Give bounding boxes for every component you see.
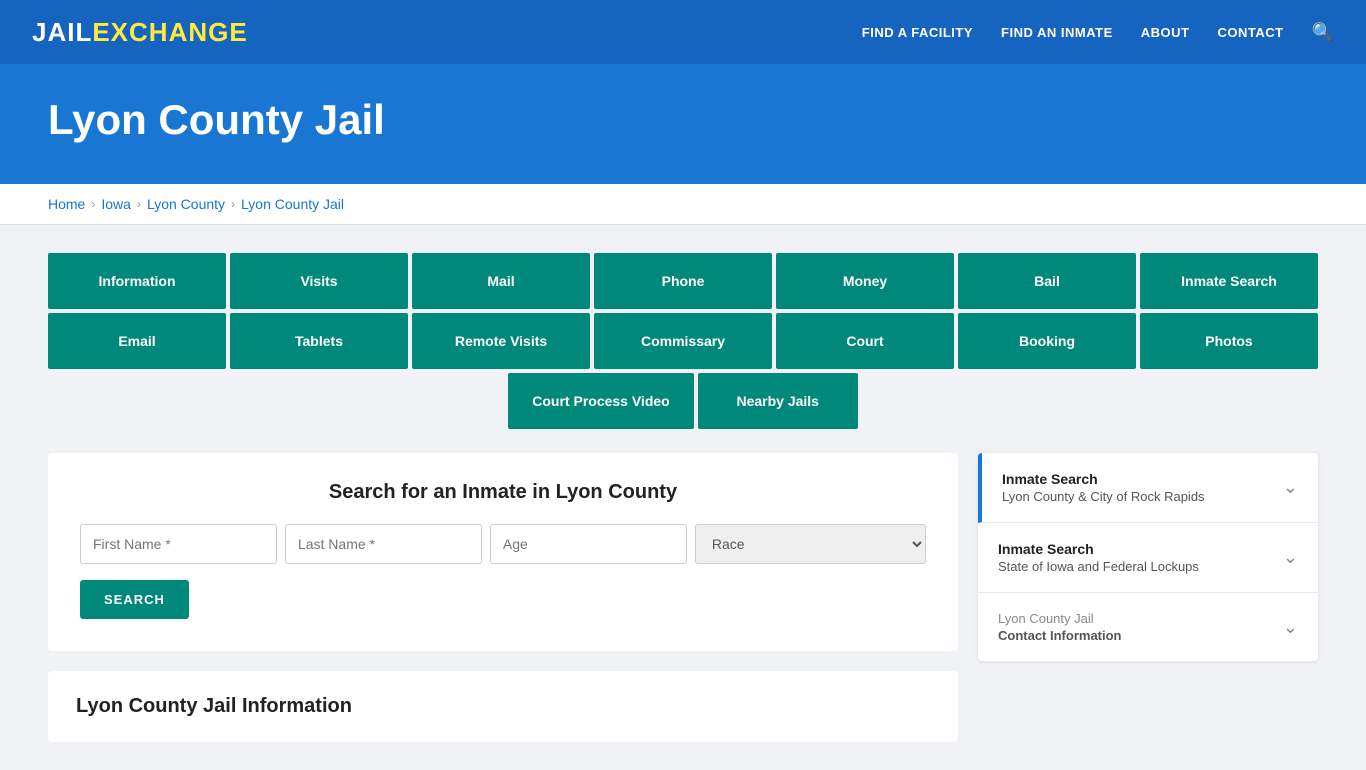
nav-find-inmate[interactable]: FIND AN INMATE bbox=[1001, 25, 1113, 40]
breadcrumb: Home › Iowa › Lyon County › Lyon County … bbox=[0, 184, 1366, 225]
btn-mail[interactable]: Mail bbox=[412, 253, 590, 309]
sidebar-item-inmate-search-lyon[interactable]: Inmate Search Lyon County & City of Rock… bbox=[978, 453, 1318, 523]
button-grid-row2: Email Tablets Remote Visits Commissary C… bbox=[48, 313, 1318, 369]
btn-photos[interactable]: Photos bbox=[1140, 313, 1318, 369]
age-input[interactable] bbox=[490, 524, 687, 564]
chevron-icon-contact: ⌄ bbox=[1283, 617, 1298, 638]
search-panel: Search for an Inmate in Lyon County Race… bbox=[48, 453, 958, 651]
btn-remote-visits[interactable]: Remote Visits bbox=[412, 313, 590, 369]
sidebar-item-inmate-search-iowa[interactable]: Inmate Search State of Iowa and Federal … bbox=[978, 523, 1318, 593]
btn-court-process-video[interactable]: Court Process Video bbox=[508, 373, 693, 429]
breadcrumb-home[interactable]: Home bbox=[48, 196, 85, 212]
sidebar-item-title-iowa: Inmate Search bbox=[998, 541, 1199, 557]
btn-money[interactable]: Money bbox=[776, 253, 954, 309]
breadcrumb-lyon-county[interactable]: Lyon County bbox=[147, 196, 225, 212]
left-column: Search for an Inmate in Lyon County Race… bbox=[48, 453, 958, 742]
main-content: Information Visits Mail Phone Money Bail… bbox=[0, 225, 1366, 770]
button-grid-row1: Information Visits Mail Phone Money Bail… bbox=[48, 253, 1318, 309]
sidebar-item-subtitle-contact: Contact Information bbox=[998, 628, 1122, 643]
nav-find-facility[interactable]: FIND A FACILITY bbox=[862, 25, 973, 40]
chevron-icon-lyon: ⌄ bbox=[1283, 477, 1298, 498]
sidebar-item-contact[interactable]: Lyon County Jail Contact Information ⌄ bbox=[978, 593, 1318, 661]
sidebar-item-subtitle-lyon: Lyon County & City of Rock Rapids bbox=[1002, 489, 1205, 504]
chevron-icon-iowa: ⌄ bbox=[1283, 547, 1298, 568]
nav-links: FIND A FACILITY FIND AN INMATE ABOUT CON… bbox=[862, 22, 1334, 43]
last-name-input[interactable] bbox=[285, 524, 482, 564]
btn-phone[interactable]: Phone bbox=[594, 253, 772, 309]
btn-visits[interactable]: Visits bbox=[230, 253, 408, 309]
info-title: Lyon County Jail Information bbox=[76, 695, 930, 718]
logo-jail: JAIL bbox=[32, 17, 92, 47]
first-name-input[interactable] bbox=[80, 524, 277, 564]
search-fields: Race bbox=[80, 524, 926, 564]
button-grid-row3: Court Process Video Nearby Jails bbox=[48, 373, 1318, 429]
hero-section: Lyon County Jail bbox=[0, 64, 1366, 184]
btn-bail[interactable]: Bail bbox=[958, 253, 1136, 309]
logo-exchange: EXCHANGE bbox=[92, 17, 247, 47]
nav-about[interactable]: ABOUT bbox=[1141, 25, 1190, 40]
sidebar-card: Inmate Search Lyon County & City of Rock… bbox=[978, 453, 1318, 661]
breadcrumb-iowa[interactable]: Iowa bbox=[101, 196, 131, 212]
btn-inmate-search[interactable]: Inmate Search bbox=[1140, 253, 1318, 309]
race-select[interactable]: Race bbox=[695, 524, 926, 564]
btn-email[interactable]: Email bbox=[48, 313, 226, 369]
breadcrumb-current: Lyon County Jail bbox=[241, 196, 344, 212]
search-title: Search for an Inmate in Lyon County bbox=[80, 481, 926, 504]
two-column-layout: Search for an Inmate in Lyon County Race… bbox=[48, 453, 1318, 742]
info-section: Lyon County Jail Information bbox=[48, 671, 958, 742]
btn-nearby-jails[interactable]: Nearby Jails bbox=[698, 373, 858, 429]
breadcrumb-sep-2: › bbox=[137, 197, 141, 211]
site-logo[interactable]: JAILEXCHANGE bbox=[32, 17, 248, 48]
btn-court[interactable]: Court bbox=[776, 313, 954, 369]
sidebar-item-title-lyon: Inmate Search bbox=[1002, 471, 1205, 487]
search-button[interactable]: SEARCH bbox=[80, 580, 189, 619]
breadcrumb-sep-1: › bbox=[91, 197, 95, 211]
sidebar-item-text-lyon: Inmate Search Lyon County & City of Rock… bbox=[1002, 471, 1205, 504]
btn-commissary[interactable]: Commissary bbox=[594, 313, 772, 369]
nav-contact[interactable]: CONTACT bbox=[1217, 25, 1283, 40]
btn-booking[interactable]: Booking bbox=[958, 313, 1136, 369]
sidebar-item-text-contact: Lyon County Jail Contact Information bbox=[998, 611, 1122, 643]
search-icon[interactable]: 🔍 bbox=[1312, 22, 1334, 43]
btn-information[interactable]: Information bbox=[48, 253, 226, 309]
btn-tablets[interactable]: Tablets bbox=[230, 313, 408, 369]
sidebar-item-title-contact: Lyon County Jail bbox=[998, 611, 1122, 626]
sidebar: Inmate Search Lyon County & City of Rock… bbox=[978, 453, 1318, 661]
navbar: JAILEXCHANGE FIND A FACILITY FIND AN INM… bbox=[0, 0, 1366, 64]
sidebar-item-subtitle-iowa: State of Iowa and Federal Lockups bbox=[998, 559, 1199, 574]
page-title: Lyon County Jail bbox=[48, 96, 1318, 144]
sidebar-item-text-iowa: Inmate Search State of Iowa and Federal … bbox=[998, 541, 1199, 574]
breadcrumb-sep-3: › bbox=[231, 197, 235, 211]
